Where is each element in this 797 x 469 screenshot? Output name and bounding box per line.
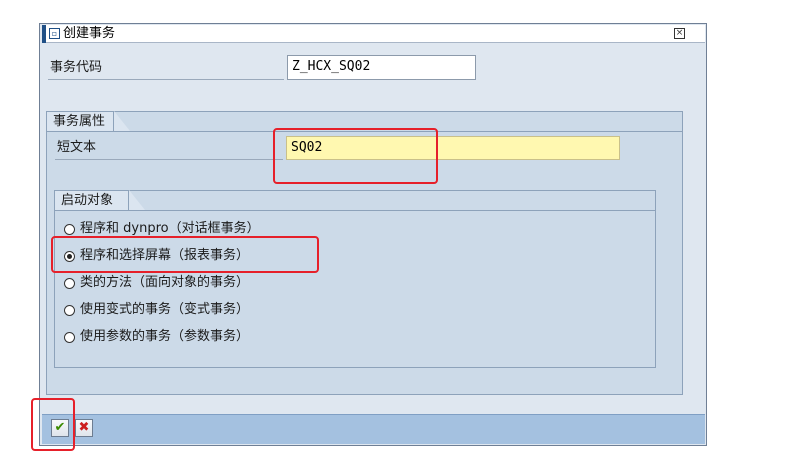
start-object-tab-slant bbox=[129, 190, 145, 210]
tcode-input[interactable]: Z_HCX_SQ02 bbox=[287, 55, 476, 80]
dialog-toolbar bbox=[42, 414, 705, 444]
start-object-header-line bbox=[54, 210, 655, 211]
annotation-box-report-option bbox=[51, 236, 319, 273]
dialog-titlebar bbox=[42, 25, 705, 43]
annotation-box-ok-button bbox=[31, 398, 75, 451]
radio-option-variant-transaction[interactable]: 使用变式的事务（变式事务） bbox=[64, 299, 249, 321]
close-icon[interactable]: × bbox=[674, 28, 685, 39]
attributes-group-title: 事务属性 bbox=[46, 111, 114, 131]
create-transaction-icon: ▫ bbox=[49, 28, 60, 39]
radio-label: 类的方法（面向对象的事务） bbox=[80, 275, 250, 290]
radio-button[interactable] bbox=[64, 223, 75, 235]
radio-option-parameter-transaction[interactable]: 使用参数的事务（参数事务） bbox=[64, 326, 249, 348]
short-text-label-underline bbox=[55, 159, 283, 160]
titlebar-accent bbox=[42, 25, 46, 43]
annotation-box-short-text bbox=[273, 128, 438, 184]
radio-button[interactable] bbox=[64, 331, 75, 343]
cancel-x-icon[interactable]: ✖ bbox=[75, 419, 93, 437]
radio-option-oo-transaction[interactable]: 类的方法（面向对象的事务） bbox=[64, 272, 249, 294]
attributes-tab-slant bbox=[114, 111, 130, 131]
radio-label: 使用参数的事务（参数事务） bbox=[80, 329, 250, 344]
radio-label: 使用变式的事务（变式事务） bbox=[80, 302, 250, 317]
radio-button[interactable] bbox=[64, 304, 75, 316]
start-object-group-title: 启动对象 bbox=[54, 190, 129, 210]
tcode-label-underline bbox=[48, 79, 284, 80]
radio-button[interactable] bbox=[64, 277, 75, 289]
tcode-label: 事务代码 bbox=[50, 60, 103, 75]
short-text-label: 短文本 bbox=[57, 140, 97, 155]
dialog-title: 创建事务 bbox=[63, 26, 116, 41]
